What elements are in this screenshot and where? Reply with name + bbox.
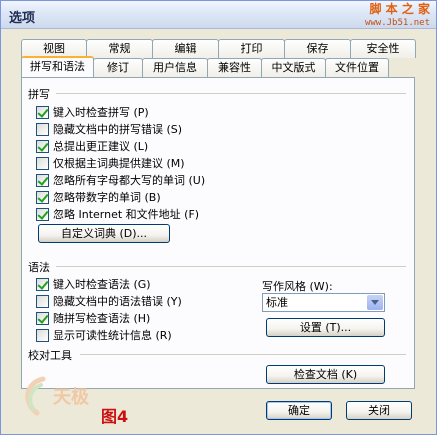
grammar-heading: 语法 xyxy=(28,261,50,274)
tab-panel: 拼写 键入时检查拼写 (P) 隐藏文档中的拼写错误 (S) 总提出更正建议 (L… xyxy=(21,77,415,389)
tab-general[interactable]: 常规 xyxy=(86,39,153,58)
checkbox-label: 隐藏文档中的拼写错误 (S) xyxy=(53,123,183,136)
checkbox-label: 忽略带数字的单词 (B) xyxy=(53,191,161,204)
spelling-option-ignore-internet[interactable]: 忽略 Internet 和文件地址 (F) xyxy=(36,207,199,221)
close-button[interactable]: 关闭 xyxy=(346,401,412,420)
tab-print[interactable]: 打印 xyxy=(218,39,285,58)
checkbox-label: 仅根据主词典提供建议 (M) xyxy=(53,157,185,170)
tab-asian-typography[interactable]: 中文版式 xyxy=(261,58,326,77)
figure-label: 图4 xyxy=(101,407,129,426)
watermark: 脚 本 之 家 www.Jb51.net xyxy=(365,2,430,30)
spelling-option-always-suggest[interactable]: 总提出更正建议 (L) xyxy=(36,139,148,153)
tab-compatibility[interactable]: 兼容性 xyxy=(207,58,262,77)
checkbox[interactable] xyxy=(36,294,49,308)
ok-button[interactable]: 确定 xyxy=(266,401,332,420)
grammar-settings-button[interactable]: 设置 (T)... xyxy=(266,318,385,337)
logo-watermark-text: 天极 xyxy=(53,387,90,408)
checkbox-label: 键入时检查语法 (G) xyxy=(53,278,151,291)
checkbox[interactable] xyxy=(36,328,49,342)
checkbox[interactable] xyxy=(36,277,49,291)
checkbox-label: 随拼写检查语法 (H) xyxy=(53,312,151,325)
tab-save[interactable]: 保存 xyxy=(284,39,351,58)
watermark-line2: www.Jb51.net xyxy=(364,18,430,28)
watermark-line1: 脚 本 之 家 xyxy=(369,2,430,16)
writing-style-value: 标准 xyxy=(266,296,288,309)
checkbox-label: 忽略所有字母都大写的单词 (U) xyxy=(53,174,206,187)
spelling-option-check-as-you-type[interactable]: 键入时检查拼写 (P) xyxy=(36,105,149,119)
options-dialog: 选项 脚 本 之 家 www.Jb51.net 视图 常规 编辑 打印 保存 安… xyxy=(0,0,437,435)
window-title: 选项 xyxy=(9,11,36,26)
checkbox[interactable] xyxy=(36,139,49,153)
tab-spelling-grammar[interactable]: 拼写和语法 xyxy=(21,56,94,77)
checkbox[interactable] xyxy=(36,190,49,204)
proofing-divider xyxy=(80,354,406,355)
tab-security[interactable]: 安全性 xyxy=(350,39,416,58)
checkbox-label: 隐藏文档中的语法错误 (Y) xyxy=(53,295,182,308)
grammar-option-hide-errors[interactable]: 隐藏文档中的语法错误 (Y) xyxy=(36,294,182,308)
title-bar[interactable]: 选项 脚 本 之 家 www.Jb51.net xyxy=(1,1,436,29)
checkbox[interactable] xyxy=(36,311,49,325)
checkbox-label: 总提出更正建议 (L) xyxy=(53,140,149,153)
spelling-divider xyxy=(56,93,406,94)
grammar-option-readability[interactable]: 显示可读性统计信息 (R) xyxy=(36,328,172,342)
spelling-option-ignore-uppercase[interactable]: 忽略所有字母都大写的单词 (U) xyxy=(36,173,205,187)
tab-row-front: 拼写和语法 修订 用户信息 兼容性 中文版式 文件位置 xyxy=(21,56,389,77)
checkbox[interactable] xyxy=(36,173,49,187)
tab-edit[interactable]: 编辑 xyxy=(152,39,219,58)
spelling-option-ignore-numbers[interactable]: 忽略带数字的单词 (B) xyxy=(36,190,161,204)
checkbox-label: 忽略 Internet 和文件地址 (F) xyxy=(53,208,200,221)
tab-file-locations[interactable]: 文件位置 xyxy=(325,58,389,77)
spelling-option-hide-errors[interactable]: 隐藏文档中的拼写错误 (S) xyxy=(36,122,182,136)
proofing-heading: 校对工具 xyxy=(28,349,72,362)
check-document-button[interactable]: 检查文档 (K) xyxy=(266,365,385,384)
writing-style-select[interactable]: 标准 xyxy=(262,293,385,312)
logo-watermark-icon: 天极 xyxy=(25,376,90,416)
checkbox[interactable] xyxy=(36,122,49,136)
chevron-down-icon[interactable] xyxy=(367,295,383,310)
grammar-option-with-spelling[interactable]: 随拼写检查语法 (H) xyxy=(36,311,150,325)
checkbox-label: 键入时检查拼写 (P) xyxy=(53,106,149,119)
tab-user-info[interactable]: 用户信息 xyxy=(142,58,208,77)
grammar-divider xyxy=(56,266,406,267)
checkbox-label: 显示可读性统计信息 (R) xyxy=(53,329,172,342)
checkbox[interactable] xyxy=(36,207,49,221)
custom-dictionaries-button[interactable]: 自定义词典 (D)... xyxy=(38,224,170,243)
grammar-option-check-as-you-type[interactable]: 键入时检查语法 (G) xyxy=(36,277,151,291)
checkbox[interactable] xyxy=(36,105,49,119)
checkbox[interactable] xyxy=(36,156,49,170)
spelling-heading: 拼写 xyxy=(28,88,50,101)
tab-track-changes[interactable]: 修订 xyxy=(93,58,143,77)
writing-style-label: 写作风格 (W): xyxy=(262,280,333,293)
spelling-option-main-dictionary-only[interactable]: 仅根据主词典提供建议 (M) xyxy=(36,156,185,170)
